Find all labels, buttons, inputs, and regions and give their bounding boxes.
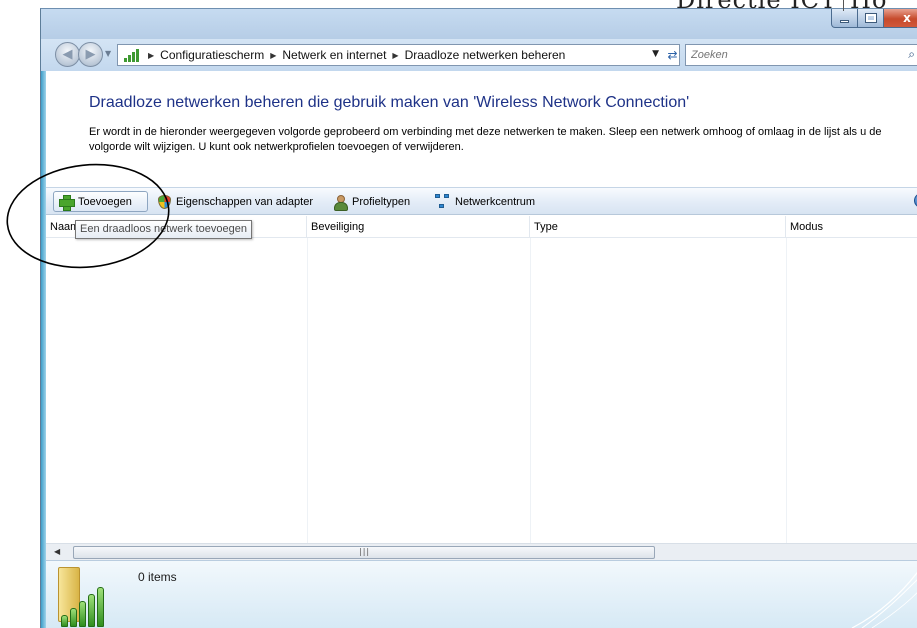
scrollbar-thumb[interactable]: ||| [73,546,655,559]
items-count: 0 items [138,570,177,584]
breadcrumb-separator-icon[interactable]: ▶ [270,51,276,60]
column-header-mode[interactable]: Modus [786,216,917,238]
column-divider [307,238,308,543]
network-signal-icon [124,48,142,62]
add-network-button[interactable]: Toevoegen [53,191,148,212]
page-title: Draadloze netwerken beheren die gebruik … [89,94,690,111]
forward-button[interactable]: ▶ [78,42,103,67]
document-header-text: Directie ICT [676,0,838,14]
document-header-overlay: Directie ICT Ho [676,0,887,14]
back-arrow-icon: ◀ [62,47,73,62]
details-pane: 0 items [46,560,917,628]
column-divider [786,238,787,543]
profile-types-label: Profieltypen [352,195,411,208]
maximize-icon [864,13,877,23]
adapter-properties-label: Eigenschappen van adapter [176,195,313,208]
add-network-tooltip: Een draadloos netwerk toevoegen [75,220,252,239]
page-description: Er wordt in de hieronder weergegeven vol… [89,126,882,153]
adapter-properties-button[interactable]: Eigenschappen van adapter [156,191,313,212]
address-dropdown-icon[interactable]: ▼ [652,49,659,59]
recent-pages-dropdown-icon[interactable]: ▼ [105,49,111,58]
breadcrumb-control-panel[interactable]: Configuratiescherm [160,48,264,62]
search-box[interactable]: ⌕ [685,44,917,66]
decorative-swoosh-icon [851,571,917,628]
breadcrumb-separator-icon[interactable]: ▶ [392,51,398,60]
explorer-window: x ◀ ▶ ▼ ▶ Configuratiescherm ▶ Netwerk e… [40,8,917,628]
network-center-icon [435,193,451,210]
scrollbar-grip-icon: ||| [359,547,371,556]
refresh-icon: ⇄ [667,48,678,62]
document-header-separator [843,0,845,11]
wireless-folder-icon [58,567,108,627]
breadcrumb-manage-wireless[interactable]: Draadloze netwerken beheren [405,48,566,62]
column-header-security[interactable]: Beveiliging [307,216,530,238]
network-center-button[interactable]: Netwerkcentrum [435,191,535,212]
add-network-label: Toevoegen [78,195,132,208]
search-icon[interactable]: ⌕ [908,47,915,62]
address-bar[interactable]: ▶ Configuratiescherm ▶ Netwerk en intern… [117,44,680,66]
minimize-icon [840,19,849,23]
navigation-bar: ◀ ▶ ▼ ▶ Configuratiescherm ▶ Netwerk en … [41,39,917,71]
forward-arrow-icon: ▶ [85,47,96,62]
command-toolbar: Toevoegen Eigenschappen van adapter Prof… [46,187,917,215]
search-input[interactable] [691,49,891,61]
refresh-button[interactable]: ⇄ [663,44,682,66]
column-header-type[interactable]: Type [530,216,786,238]
close-icon: x [903,11,911,25]
user-icon [332,194,348,211]
breadcrumb-separator-icon: ▶ [148,50,155,60]
wireless-network-list[interactable]: Naam Beveiliging Type Modus [46,216,917,543]
network-center-label: Netwerkcentrum [455,195,536,208]
profile-types-button[interactable]: Profieltypen [332,191,410,212]
scroll-left-icon[interactable]: ◀ [54,547,60,556]
main-content: Draadloze netwerken beheren die gebruik … [46,71,917,628]
back-button[interactable]: ◀ [55,42,80,67]
screenshot-root: Directie ICT Ho x ◀ ▶ ▼ ▶ Configuratiesch… [0,0,917,628]
document-header-text-right: Ho [850,0,888,14]
column-divider [530,238,531,543]
breadcrumb-network-internet[interactable]: Netwerk en internet [282,48,386,62]
shield-icon [156,194,172,210]
close-button[interactable]: x [884,9,917,28]
horizontal-scrollbar[interactable]: ◀ ||| ▶ [46,543,917,560]
green-plus-icon [58,194,75,211]
